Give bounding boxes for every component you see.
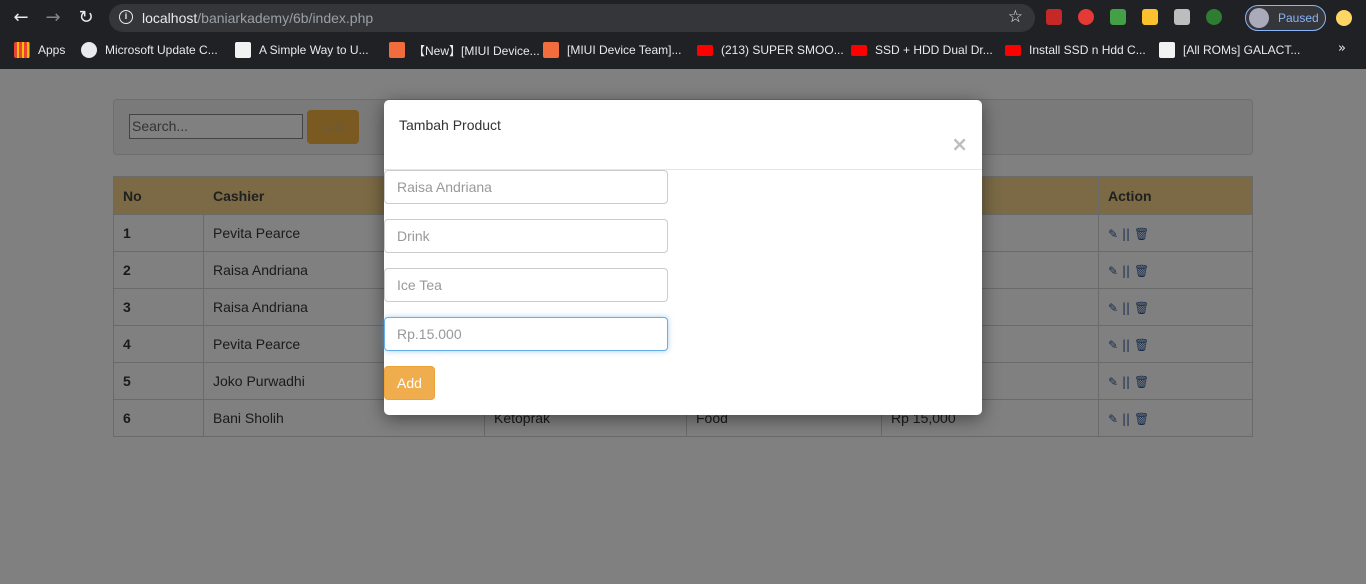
action-separator: ||	[1121, 301, 1131, 315]
bookmark-label: Apps	[38, 43, 66, 57]
row-actions: ✎ || 🗑	[1098, 399, 1253, 437]
bookmarks-bar: Apps Microsoft Update C... A Simple Way …	[0, 38, 1366, 62]
youtube-icon	[697, 44, 713, 56]
row-actions: ✎ || 🗑	[1098, 251, 1253, 289]
price-field[interactable]	[384, 317, 668, 351]
bookmark-label: SSD + HDD Dual Dr...	[875, 43, 993, 57]
trash-icon[interactable]: 🗑	[1134, 301, 1149, 315]
browser-chrome: ← → ↻ i localhost/baniarkademy/6b/index.…	[0, 0, 1366, 69]
apps-grid-icon	[14, 42, 30, 58]
trash-icon[interactable]: 🗑	[1134, 412, 1149, 426]
modal-header: Tambah Product ×	[384, 100, 982, 170]
search-input[interactable]: Search...	[129, 114, 303, 139]
column-header-action: Action	[1098, 176, 1253, 215]
forward-icon[interactable]: →	[41, 6, 65, 30]
globe-extension-icon[interactable]	[1206, 9, 1222, 25]
bookmark-star-icon[interactable]: ☆	[1008, 7, 1023, 27]
bookmark-label: 【New】[MIUI Device...	[413, 43, 540, 58]
row-number: 6	[113, 399, 204, 437]
avatar	[1249, 8, 1269, 28]
more-bookmarks-icon[interactable]: »	[1338, 41, 1346, 56]
row-actions: ✎ || 🗑	[1098, 288, 1253, 326]
bookmark-label: [MIUI Device Team]...	[567, 43, 682, 57]
bookmark-item[interactable]: (213) SUPER SMOO...	[697, 38, 844, 62]
bookmark-item[interactable]: A Simple Way to U...	[235, 38, 369, 62]
edit-icon[interactable]: ✎	[1108, 338, 1118, 352]
bookmark-item[interactable]: 【New】[MIUI Device...	[389, 38, 540, 62]
edit-icon[interactable]: ✎	[1108, 375, 1118, 389]
url-path: /baniarkademy/6b/index.php	[197, 10, 374, 26]
youtube-icon	[1005, 44, 1021, 56]
edit-icon[interactable]: ✎	[1108, 412, 1118, 426]
url-text[interactable]: localhost/baniarkademy/6b/index.php	[142, 10, 373, 26]
action-separator: ||	[1121, 375, 1131, 389]
row-number: 3	[113, 288, 204, 326]
miui-icon	[389, 42, 405, 58]
profile-status: Paused	[1278, 11, 1319, 25]
bookmark-item[interactable]: [MIUI Device Team]...	[543, 38, 681, 62]
trash-icon[interactable]: 🗑	[1134, 375, 1149, 389]
bookmark-label: Microsoft Update C...	[105, 43, 218, 57]
bookmark-label: A Simple Way to U...	[259, 43, 369, 57]
bookmark-item[interactable]: SSD + HDD Dual Dr...	[851, 38, 993, 62]
profile-button[interactable]: Paused	[1245, 5, 1326, 31]
close-icon[interactable]: ×	[951, 134, 968, 154]
category-field[interactable]	[384, 219, 668, 253]
globe-icon	[81, 42, 97, 58]
edit-icon[interactable]: ✎	[1108, 301, 1118, 315]
address-bar[interactable]: i localhost/baniarkademy/6b/index.php ☆	[109, 4, 1035, 32]
vue-extension-icon[interactable]	[1142, 9, 1158, 25]
column-header-no: No	[113, 176, 204, 215]
site-info-icon[interactable]: i	[119, 10, 133, 24]
miui-icon	[543, 42, 559, 58]
row-number: 1	[113, 214, 204, 252]
browser-toolbar: ← → ↻ i localhost/baniarkademy/6b/index.…	[0, 0, 1366, 36]
action-separator: ||	[1121, 227, 1131, 241]
action-separator: ||	[1121, 338, 1131, 352]
row-number: 4	[113, 325, 204, 363]
pdf-extension-icon[interactable]	[1046, 9, 1062, 25]
edit-icon[interactable]: ✎	[1108, 264, 1118, 278]
add-product-button[interactable]: Add	[384, 366, 435, 400]
trash-icon[interactable]: 🗑	[1134, 338, 1149, 352]
search-add-button[interactable]: Add	[307, 110, 359, 144]
row-actions: ✎ || 🗑	[1098, 325, 1253, 363]
bookmark-item[interactable]: [All ROMs] GALACT...	[1159, 38, 1300, 62]
bookmark-item[interactable]: Install SSD n Hdd C...	[1005, 38, 1146, 62]
update-icon[interactable]	[1336, 10, 1352, 26]
modal-title: Tambah Product	[399, 117, 501, 133]
action-separator: ||	[1121, 264, 1131, 278]
bookmark-apps[interactable]: Apps	[14, 38, 65, 62]
bookmark-label: Install SSD n Hdd C...	[1029, 43, 1146, 57]
action-separator: ||	[1121, 412, 1131, 426]
row-actions: ✎ || 🗑	[1098, 214, 1253, 252]
row-actions: ✎ || 🗑	[1098, 362, 1253, 400]
adblock-extension-icon[interactable]	[1078, 9, 1094, 25]
url-host: localhost	[142, 10, 198, 26]
cors-extension-icon[interactable]	[1110, 9, 1126, 25]
page-favicon-icon	[1159, 42, 1175, 58]
youtube-icon	[851, 44, 867, 56]
bookmark-item[interactable]: Microsoft Update C...	[81, 38, 218, 62]
edit-icon[interactable]: ✎	[1108, 227, 1118, 241]
row-number: 5	[113, 362, 204, 400]
trash-icon[interactable]: 🗑	[1134, 227, 1149, 241]
page-favicon-icon	[235, 42, 251, 58]
product-name-field[interactable]	[384, 268, 668, 302]
reload-icon[interactable]: ↻	[74, 6, 98, 30]
add-product-modal: Tambah Product × Add	[384, 100, 982, 415]
back-icon[interactable]: ←	[9, 6, 33, 30]
cube-extension-icon[interactable]	[1174, 9, 1190, 25]
row-number: 2	[113, 251, 204, 289]
bookmark-label: [All ROMs] GALACT...	[1183, 43, 1301, 57]
cashier-field[interactable]	[384, 170, 668, 204]
bookmark-label: (213) SUPER SMOO...	[721, 43, 844, 57]
trash-icon[interactable]: 🗑	[1134, 264, 1149, 278]
